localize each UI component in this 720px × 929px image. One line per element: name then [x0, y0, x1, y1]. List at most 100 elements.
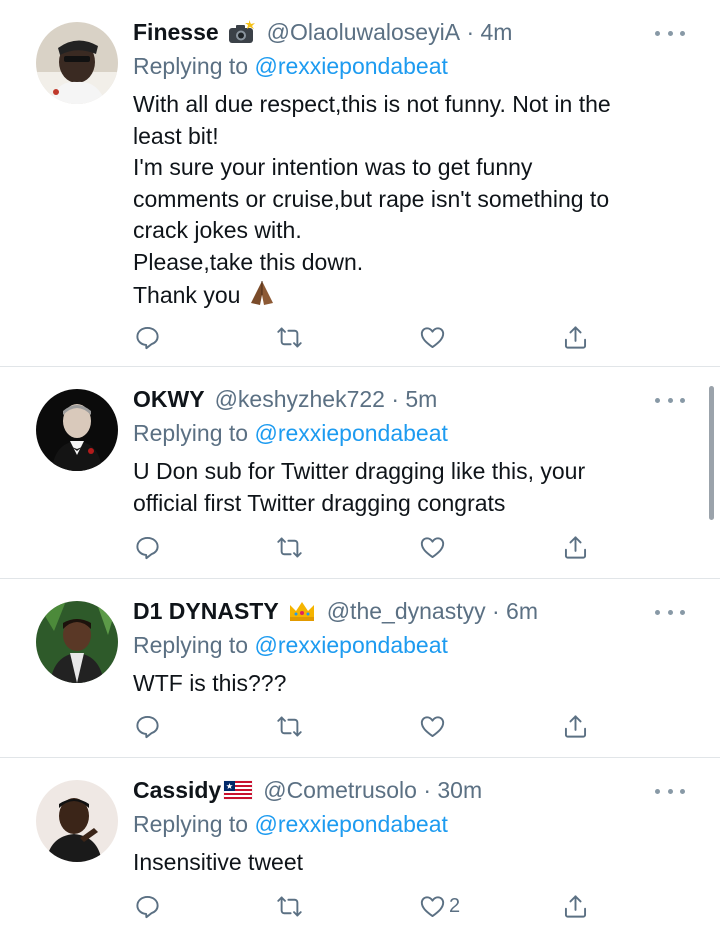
mention-link[interactable]: @rexxiepondabeat [254, 811, 447, 837]
tweet-3[interactable]: D1 DYNASTY @the_dynastyy · 6m Replying t… [0, 579, 720, 757]
timestamp-text: · 5m [391, 385, 438, 412]
avatar-image [36, 22, 118, 104]
replying-to: Replying to @rexxiepondabeat [133, 632, 448, 659]
reply-button[interactable] [134, 322, 161, 352]
share-button[interactable] [562, 711, 589, 741]
like-icon [420, 326, 445, 348]
reply-button[interactable] [134, 891, 161, 921]
like-icon [420, 895, 445, 917]
share-button[interactable] [562, 891, 589, 921]
reply-icon [136, 715, 159, 738]
display-name[interactable]: Finesse [133, 19, 219, 46]
avatar[interactable] [36, 22, 118, 104]
reply-icon [136, 895, 159, 918]
like-count: 2 [449, 894, 461, 917]
share-icon [564, 535, 587, 559]
replying-to-label: Replying to [133, 53, 249, 79]
tweet-1[interactable]: Finesse @OlaoluwaloseyiA · 4m Replying t… [0, 0, 720, 366]
tweet-text-line: With all due respect,this is not funny. … [133, 91, 611, 117]
more-icon[interactable] [655, 606, 685, 618]
tweet-text-line: WTF is this??? [133, 670, 287, 696]
tweet-text-line: I'm sure your intention was to get funny [133, 154, 533, 181]
tweet-actions [0, 322, 720, 352]
retweet-button[interactable] [276, 891, 303, 921]
reply-icon [136, 536, 159, 559]
tweet-text-line: official first Twitter dragging congrats [133, 489, 506, 516]
tweet-header: D1 DYNASTY @the_dynastyy · 6m [133, 595, 538, 627]
avatar[interactable] [36, 389, 118, 471]
tweet-text: Insensitive tweet [133, 847, 693, 879]
reply-button[interactable] [134, 532, 161, 562]
scrollbar[interactable] [709, 386, 714, 520]
reply-button[interactable] [134, 711, 161, 741]
timestamp-text: · 4m [466, 18, 513, 45]
display-name[interactable]: Cassidy [133, 777, 221, 804]
share-icon [564, 714, 587, 738]
camera-flash-emoji [227, 19, 257, 45]
tweet-text-last-line: Thank you [133, 279, 693, 312]
display-name[interactable]: OKWY [133, 386, 205, 413]
avatar-image [36, 601, 118, 683]
more-icon[interactable] [655, 785, 685, 797]
share-button[interactable] [562, 322, 589, 352]
timestamp[interactable]: · 5m [385, 386, 437, 413]
tweet-text: With all due respect,this is not funny. … [133, 89, 693, 311]
share-icon [564, 325, 587, 349]
retweet-button[interactable] [276, 322, 303, 352]
share-icon [564, 894, 587, 918]
like-button[interactable] [419, 532, 449, 562]
tweet-4[interactable]: Cassidy @Cometrusolo · 30m Replying to @… [0, 758, 720, 929]
reply-icon [136, 326, 159, 349]
timestamp[interactable]: · 30m [417, 777, 482, 804]
tweet-text: WTF is this??? [133, 668, 693, 700]
replying-to-label: Replying to [133, 811, 249, 837]
tweet-2[interactable]: OKWY @keshyzhek722 · 5m Replying to @rex… [0, 367, 720, 578]
like-icon [420, 536, 445, 558]
folded-hands-emoji [247, 279, 277, 307]
timestamp[interactable]: · 6m [486, 598, 538, 625]
tweet-text-line: Please,take this down. [133, 248, 364, 275]
tweet-text-line: crack jokes with. [133, 217, 302, 244]
share-button[interactable] [562, 532, 589, 562]
timestamp-text: · 6m [491, 597, 538, 624]
tweet-actions: 2 [0, 891, 720, 921]
avatar[interactable] [36, 601, 118, 683]
mention-link[interactable]: @rexxiepondabeat [254, 420, 447, 446]
retweet-icon [277, 537, 302, 557]
tweet-text: U Don sub for Twitter dragging like this… [133, 456, 693, 519]
tweet-text-line: Insensitive tweet [133, 849, 304, 875]
replying-to: Replying to @rexxiepondabeat [133, 420, 448, 447]
tweet-text-line: least bit! [133, 122, 219, 149]
like-button[interactable] [419, 711, 449, 741]
replying-to-label: Replying to [133, 632, 249, 658]
like-icon [420, 715, 445, 737]
replying-to-label: Replying to [133, 420, 249, 446]
more-icon[interactable] [655, 27, 685, 39]
user-handle[interactable]: @Cometrusolo [263, 777, 417, 804]
avatar-image [36, 389, 118, 471]
timestamp[interactable]: · 4m [460, 19, 512, 46]
mention-link[interactable]: @rexxiepondabeat [254, 53, 447, 79]
liberia-flag-emoji [223, 777, 253, 803]
tweet-text-line: comments or cruise,but rape isn't someth… [133, 185, 610, 212]
tweet-text-line: Thank you [133, 281, 241, 308]
avatar[interactable] [36, 780, 118, 862]
like-button[interactable] [419, 322, 449, 352]
tweet-header: OKWY @keshyzhek722 · 5m [133, 383, 437, 415]
crown-emoji [287, 598, 317, 624]
retweet-button[interactable] [276, 532, 303, 562]
tweet-actions [0, 711, 720, 741]
tweet-header: Cassidy @Cometrusolo · 30m [133, 774, 482, 806]
mention-link[interactable]: @rexxiepondabeat [254, 632, 447, 658]
display-name[interactable]: D1 DYNASTY [133, 598, 279, 625]
user-handle[interactable]: @the_dynastyy [327, 598, 486, 625]
user-handle[interactable]: @keshyzhek722 [215, 386, 385, 413]
retweet-button[interactable] [276, 711, 303, 741]
more-icon[interactable] [655, 394, 685, 406]
timestamp-text: · 30m [423, 776, 483, 803]
tweet-header: Finesse @OlaoluwaloseyiA · 4m [133, 16, 512, 48]
like-button[interactable]: 2 [419, 891, 460, 921]
tweet-actions [0, 532, 720, 562]
user-handle[interactable]: @OlaoluwaloseyiA [267, 19, 460, 46]
avatar-image [36, 780, 118, 862]
